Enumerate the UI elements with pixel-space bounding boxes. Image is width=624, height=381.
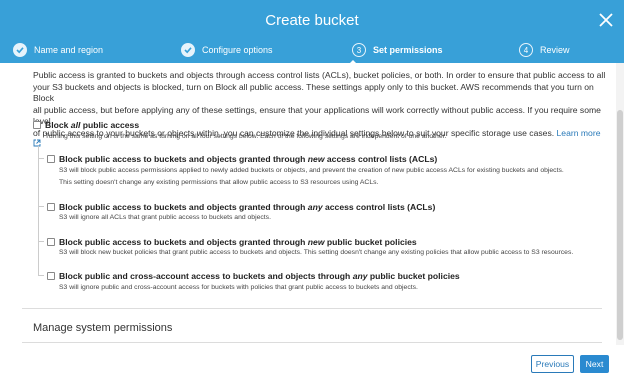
section-divider (22, 308, 602, 309)
block-all-desc: Turning this setting on is the same as t… (45, 133, 447, 140)
step-label: Name and region (34, 45, 104, 55)
block-new-policies-desc: S3 will block new bucket policies that g… (59, 249, 574, 256)
check-icon (13, 43, 27, 57)
external-link-icon (33, 139, 41, 149)
step-set-permissions[interactable]: 3 Set permissions (352, 38, 443, 62)
step-configure-options[interactable]: Configure options (181, 38, 273, 62)
create-bucket-modal: Create bucket Name and region Configure … (0, 0, 624, 381)
step-review[interactable]: 4 Review (519, 38, 570, 62)
step-number: 3 (352, 43, 366, 57)
block-new-policies-checkbox[interactable] (47, 238, 55, 246)
block-any-policies-label: Block public and cross-account access to… (59, 271, 460, 281)
tree-tick (38, 158, 44, 159)
step-label: Review (540, 45, 570, 55)
previous-button[interactable]: Previous (531, 355, 574, 373)
wizard-steps: Name and region Configure options 3 Set … (0, 38, 624, 62)
block-all-label: Block all public access (45, 120, 140, 130)
block-any-policies-checkbox[interactable] (47, 272, 55, 280)
step-label: Configure options (202, 45, 273, 55)
block-any-acls-desc: S3 will ignore all ACLs that grant publi… (59, 214, 271, 221)
check-icon (181, 43, 195, 57)
block-all-checkbox[interactable] (33, 121, 41, 129)
block-any-acls-checkbox[interactable] (47, 203, 55, 211)
tree-tick (38, 206, 44, 207)
block-new-policies-label: Block public access to buckets and objec… (59, 237, 417, 247)
step-label: Set permissions (373, 45, 443, 55)
tree-connector (38, 146, 39, 276)
scrollbar-thumb[interactable] (617, 110, 623, 340)
tree-tick (38, 241, 44, 242)
block-any-acls-label: Block public access to buckets and objec… (59, 202, 436, 212)
block-new-acls-checkbox[interactable] (47, 155, 55, 163)
manage-system-permissions[interactable]: Manage system permissions (33, 322, 172, 334)
modal-title: Create bucket (265, 12, 359, 29)
block-any-policies-desc: S3 will ignore public and cross-account … (59, 284, 418, 291)
active-step-indicator (348, 60, 358, 65)
block-new-acls-desc2: This setting doesn't change any existing… (59, 179, 379, 186)
footer-divider (22, 342, 602, 343)
modal-header: Create bucket Name and region Configure … (0, 0, 624, 65)
tree-tick (38, 275, 44, 276)
close-icon[interactable] (597, 11, 615, 29)
block-new-acls-label: Block public access to buckets and objec… (59, 154, 438, 164)
step-number: 4 (519, 43, 533, 57)
next-button[interactable]: Next (580, 355, 609, 373)
step-name-and-region[interactable]: Name and region (13, 38, 103, 62)
block-new-acls-desc: S3 will block public access permissions … (59, 167, 564, 174)
